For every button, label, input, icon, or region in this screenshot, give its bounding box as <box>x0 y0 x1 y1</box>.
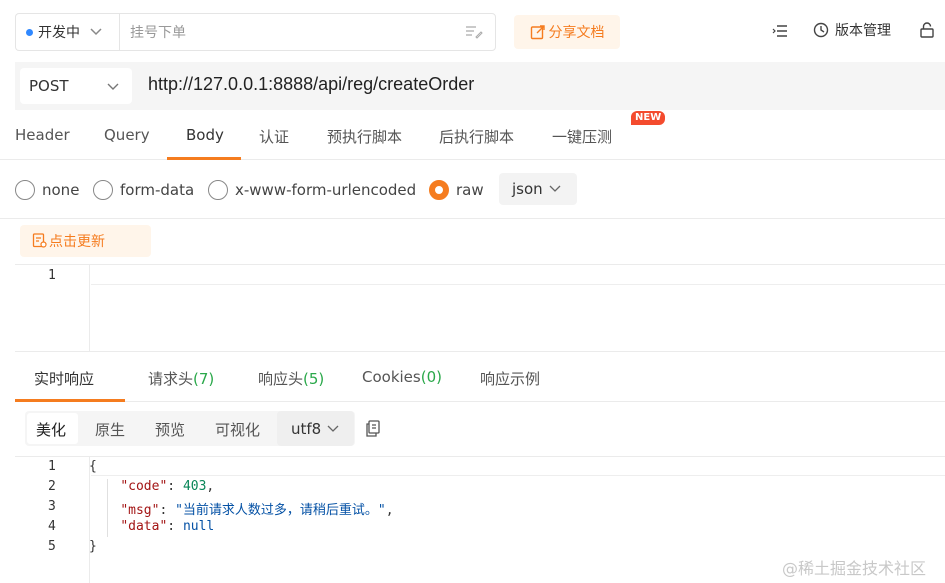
line-number: 5 <box>48 539 56 554</box>
share-icon <box>530 25 545 40</box>
radio-label: form-data <box>120 181 195 199</box>
lock-icon[interactable] <box>920 22 934 38</box>
line-number: 2 <box>48 479 56 494</box>
chevron-down-icon <box>327 425 339 432</box>
line-number: 3 <box>48 499 56 514</box>
watermark: @稀土掘金技术社区 <box>782 559 927 578</box>
tab-count: (0) <box>420 368 442 386</box>
radio-urlencoded[interactable]: x-www-form-urlencoded <box>208 180 416 200</box>
line-gutter: 1 <box>15 265 90 351</box>
radio-circle <box>15 180 35 200</box>
version-label: 版本管理 <box>835 23 891 39</box>
new-badge: NEW <box>631 111 666 125</box>
radio-none[interactable]: none <box>15 180 79 200</box>
code-line: { <box>89 459 97 474</box>
radio-raw[interactable]: raw <box>429 180 484 200</box>
method-dropdown[interactable]: POST <box>20 68 132 104</box>
tab-response-headers[interactable]: 响应头(5) <box>258 368 324 389</box>
document-refresh-icon <box>32 233 47 248</box>
status-dot <box>26 28 33 36</box>
json-key: "msg" <box>120 503 160 518</box>
url-input[interactable]: http://127.0.0.1:8888/api/reg/createOrde… <box>148 74 474 95</box>
version-management-button[interactable]: 版本管理 <box>813 20 891 40</box>
share-label: 分享文档 <box>548 25 605 41</box>
radio-label: raw <box>456 181 484 199</box>
chevron-down-icon <box>90 25 102 39</box>
tab-auth[interactable]: 认证 <box>259 126 289 147</box>
line-number: 4 <box>48 519 56 534</box>
request-tabs: Header Query Body 认证 预执行脚本 后执行脚本 一键压测 <box>0 110 945 160</box>
view-preview[interactable]: 预览 <box>155 419 185 440</box>
tab-query[interactable]: Query <box>104 126 150 144</box>
tab-stress-test[interactable]: 一键压测 <box>552 126 612 147</box>
tab-label: 请求头 <box>148 370 194 388</box>
tab-pre-script[interactable]: 预执行脚本 <box>327 126 402 147</box>
json-value: "当前请求人数过多，请稍后重试。" <box>175 503 386 518</box>
api-name-input[interactable]: 挂号下单 <box>119 13 496 51</box>
tab-label: 响应示例 <box>480 370 541 388</box>
radio-circle <box>208 180 228 200</box>
status-label: 开发中 <box>38 25 80 41</box>
api-name-placeholder: 挂号下单 <box>130 25 186 41</box>
json-value: 403 <box>182 479 207 494</box>
tab-label: 实时响应 <box>34 370 95 388</box>
top-bar: 开发中 挂号下单 分享文档 版本管理 <box>0 0 945 62</box>
outline-icon[interactable] <box>772 24 788 38</box>
brace: { <box>89 459 97 474</box>
refresh-button[interactable]: 点击更新 <box>20 225 151 257</box>
active-tab-indicator <box>167 157 241 160</box>
encoding-dropdown[interactable]: utf8 <box>277 411 354 446</box>
tab-cookies[interactable]: Cookies(0) <box>362 368 442 386</box>
radio-label: x-www-form-urlencoded <box>235 181 417 199</box>
method-label: POST <box>29 77 69 95</box>
line-number: 1 <box>48 268 56 283</box>
view-visualize[interactable]: 可视化 <box>215 419 260 440</box>
view-beautify[interactable]: 美化 <box>36 419 66 440</box>
radio-form-data[interactable]: form-data <box>93 180 194 200</box>
tab-post-script[interactable]: 后执行脚本 <box>439 126 514 147</box>
tab-label: 响应头 <box>258 370 304 388</box>
refresh-area: 点击更新 <box>15 220 945 264</box>
json-key: "data" <box>120 519 168 534</box>
url-bar: POST http://127.0.0.1:8888/api/reg/creat… <box>15 62 945 110</box>
response-tabs: 实时响应 请求头(7) 响应头(5) Cookies(0) 响应示例 <box>15 352 945 402</box>
encoding-label: utf8 <box>291 419 322 438</box>
chevron-down-icon <box>549 185 561 192</box>
request-body-editor[interactable]: 1 <box>15 264 945 352</box>
view-raw[interactable]: 原生 <box>95 419 125 440</box>
radio-label: none <box>42 181 80 199</box>
tab-live-response[interactable]: 实时响应 <box>34 368 94 389</box>
status-dropdown[interactable]: 开发中 <box>15 13 119 51</box>
brace: } <box>89 539 97 554</box>
edit-icon[interactable] <box>465 24 483 40</box>
copy-icon[interactable] <box>365 420 381 437</box>
active-tab-indicator <box>15 399 125 402</box>
tab-header[interactable]: Header <box>15 126 70 144</box>
tab-request-headers[interactable]: 请求头(7) <box>148 368 214 389</box>
refresh-label: 点击更新 <box>49 234 105 250</box>
radio-circle-checked <box>429 180 449 200</box>
body-type-selector: none form-data x-www-form-urlencoded raw… <box>0 161 945 219</box>
tab-label: Cookies <box>362 368 421 386</box>
line-number: 1 <box>48 459 56 474</box>
tab-body[interactable]: Body <box>186 126 224 144</box>
json-value: null <box>182 519 215 534</box>
code-line: "data": null <box>120 519 215 534</box>
raw-format-dropdown[interactable]: json <box>499 173 577 205</box>
format-label: json <box>512 180 543 198</box>
active-line <box>91 265 945 285</box>
code-line: "msg": "当前请求人数过多，请稍后重试。", <box>120 503 394 518</box>
tab-count: (7) <box>193 370 215 388</box>
chevron-down-icon <box>107 83 119 90</box>
code-line: } <box>89 539 97 554</box>
tab-count: (5) <box>303 370 325 388</box>
radio-circle <box>93 180 113 200</box>
tab-response-examples[interactable]: 响应示例 <box>480 368 540 389</box>
active-line <box>91 457 945 476</box>
code-line: "code": 403, <box>120 479 215 494</box>
line-gutter: 1 2 3 4 5 <box>15 457 90 583</box>
json-key: "code" <box>120 479 168 494</box>
share-doc-button[interactable]: 分享文档 <box>514 15 620 49</box>
clock-icon <box>813 22 829 38</box>
